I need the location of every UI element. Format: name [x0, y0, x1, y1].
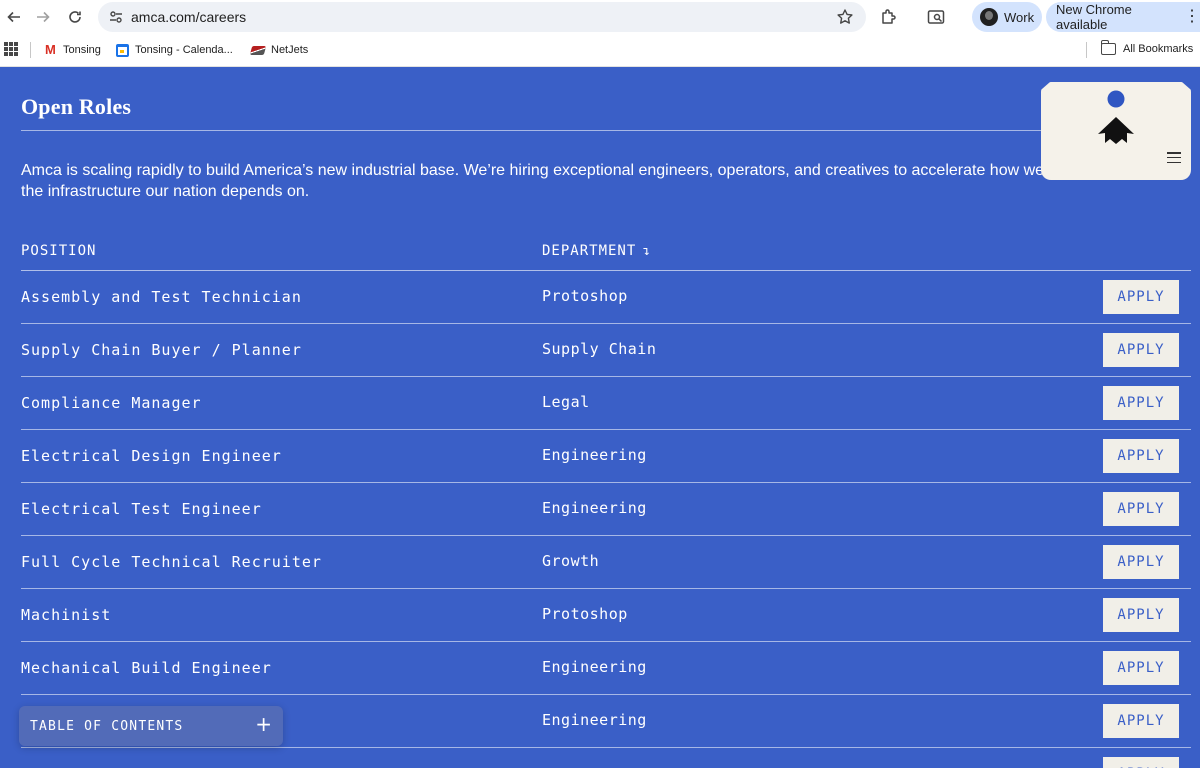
role-department: Engineering [542, 446, 647, 464]
table-row[interactable]: APPLY [21, 748, 1191, 768]
bookmark-calendar[interactable]: Tonsing - Calenda... [116, 42, 233, 58]
all-bookmarks-button[interactable]: All Bookmarks [1123, 43, 1193, 55]
table-row[interactable]: Mechanical Build Engineer Engineering APPL… [21, 642, 1191, 695]
reload-icon [69, 11, 81, 23]
careers-page: Open Roles Amca is scaling rapidly to bu… [0, 68, 1200, 768]
bookmark-label: Tonsing - Calenda... [135, 44, 233, 56]
bookmark-netjets[interactable]: NetJets [249, 42, 309, 58]
position-column-header[interactable]: POSITION [21, 243, 96, 259]
gmail-icon [44, 42, 57, 57]
browser-toolbar: amca.com/careers Work New Chrome availab… [0, 0, 1200, 34]
apply-button[interactable]: APPLY [1103, 651, 1179, 685]
calendar-icon [116, 43, 129, 57]
apply-button[interactable]: APPLY [1103, 439, 1179, 473]
arrow-left-icon [7, 11, 20, 23]
table-row[interactable]: Assembly and Test Technician Protoshop APP… [21, 271, 1191, 324]
department-column-header[interactable]: DEPARTMENT ↴ [542, 243, 651, 259]
table-row[interactable]: Electrical Test Engineer Engineering APPLY [21, 483, 1191, 536]
forward-button[interactable] [31, 5, 55, 29]
department-header-label: DEPARTMENT [542, 243, 637, 259]
apply-button[interactable]: APPLY [1103, 598, 1179, 632]
role-department: Engineering [542, 499, 647, 517]
profile-label: Work [1004, 9, 1035, 25]
intro-line: the infrastructure our nation depends on… [21, 183, 310, 200]
bookmarks-divider [30, 42, 31, 58]
folder-icon[interactable] [1101, 40, 1116, 55]
bookmark-star-icon[interactable] [836, 8, 854, 26]
back-button[interactable] [2, 5, 26, 29]
role-position[interactable]: Full Cycle Technical Recruiter [21, 553, 322, 571]
role-position[interactable]: Machinist [21, 606, 111, 624]
avatar [980, 8, 998, 26]
apps-grid-icon[interactable] [4, 42, 18, 56]
reload-button[interactable] [63, 5, 87, 29]
url-text[interactable]: amca.com/careers [131, 9, 246, 25]
bookmarks-divider [1086, 42, 1087, 58]
bookmark-label: NetJets [271, 44, 309, 56]
plus-icon[interactable]: + [255, 714, 272, 734]
logo-card [1041, 82, 1191, 180]
table-row[interactable]: Compliance Manager Legal APPLY [21, 377, 1191, 430]
role-department: Protoshop [542, 605, 628, 623]
role-department: Supply Chain [542, 340, 657, 358]
search-tabs-icon[interactable] [926, 7, 946, 27]
apply-button[interactable]: APPLY [1103, 280, 1179, 314]
bookmarks-bar: Tonsing Tonsing - Calenda... NetJets All… [0, 34, 1200, 67]
role-position[interactable]: Electrical Test Engineer [21, 500, 262, 518]
page-title: Open Roles [21, 94, 132, 119]
apply-button[interactable]: APPLY [1103, 757, 1179, 768]
table-row[interactable]: Electrical Design Engineer Engineering APP… [21, 430, 1191, 483]
table-row[interactable]: Machinist Protoshop APPLY [21, 589, 1191, 642]
netjets-icon [249, 45, 267, 55]
apply-button[interactable]: APPLY [1103, 386, 1179, 420]
extensions-icon[interactable] [879, 7, 899, 27]
role-department: Engineering [542, 711, 647, 729]
amca-logo-icon[interactable] [1094, 87, 1138, 149]
bookmark-gmail[interactable]: Tonsing [44, 42, 101, 58]
role-position[interactable]: Compliance Manager [21, 394, 202, 412]
role-position[interactable]: Electrical Design Engineer [21, 447, 282, 465]
role-department: Growth [542, 552, 600, 570]
toc-label: TABLE OF CONTENTS [30, 718, 184, 734]
table-row[interactable]: Supply Chain Buyer / Planner Supply Chain… [21, 324, 1191, 377]
role-position[interactable]: Supply Chain Buyer / Planner [21, 341, 302, 359]
site-settings-icon[interactable] [108, 9, 124, 25]
update-label: New Chrome available [1056, 2, 1132, 32]
role-position[interactable]: Mechanical Build Engineer [21, 659, 272, 677]
apply-button[interactable]: APPLY [1103, 704, 1179, 738]
title-divider [21, 130, 1191, 131]
chrome-update-button[interactable]: New Chrome available ⋮ [1046, 2, 1200, 32]
role-department: Engineering [542, 658, 647, 676]
apply-button[interactable]: APPLY [1103, 492, 1179, 526]
apply-button[interactable]: APPLY [1103, 545, 1179, 579]
address-bar[interactable]: amca.com/careers [98, 2, 866, 32]
apply-button[interactable]: APPLY [1103, 333, 1179, 367]
profile-button[interactable]: Work [972, 2, 1042, 32]
role-position[interactable]: Assembly and Test Technician [21, 288, 302, 306]
roles-table: Assembly and Test Technician Protoshop APP… [0, 271, 1200, 768]
sort-icon[interactable]: ↴ [642, 244, 651, 259]
intro-text: Amca is scaling rapidly to build America… [21, 160, 1061, 202]
hamburger-menu-icon[interactable] [1167, 152, 1181, 163]
intro-line: Amca is scaling rapidly to build America… [21, 162, 1045, 179]
arrow-right-icon [37, 11, 50, 23]
bookmark-label: Tonsing [63, 44, 101, 56]
table-row[interactable]: Full Cycle Technical Recruiter Growth APPL… [21, 536, 1191, 589]
more-menu-icon[interactable]: ⋮ [1184, 9, 1200, 25]
table-of-contents-toggle[interactable]: TABLE OF CONTENTS + [19, 706, 283, 746]
role-department: Legal [542, 393, 590, 411]
role-department: Protoshop [542, 287, 628, 305]
position-header-label: POSITION [21, 243, 97, 259]
